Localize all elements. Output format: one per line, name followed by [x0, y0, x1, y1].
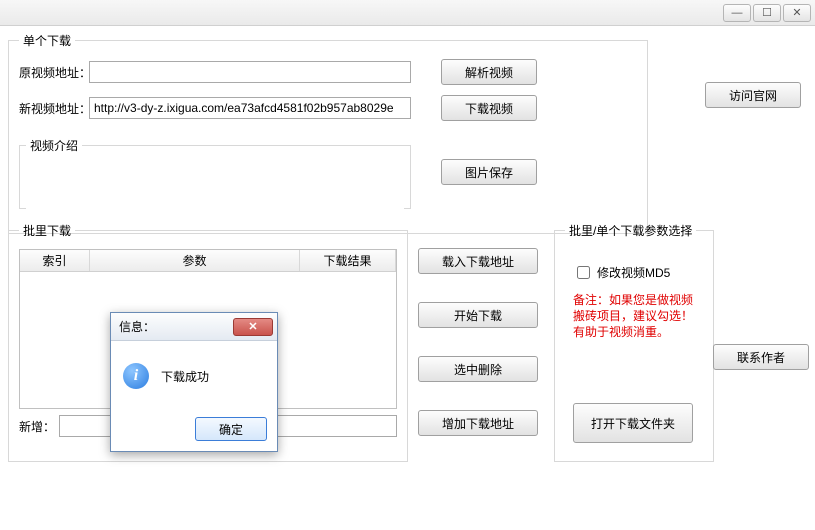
params-note: 备注：如果您是做视频搬砖项目，建议勾选！有助于视频消重。 — [573, 292, 695, 341]
new-url-label: 新视频地址： — [19, 100, 89, 117]
new-url-input[interactable] — [89, 97, 411, 119]
save-image-button[interactable]: 图片保存 — [441, 159, 537, 185]
open-download-folder-button[interactable]: 打开下载文件夹 — [573, 403, 693, 443]
batch-buttons-column: 载入下载地址 开始下载 选中删除 增加下载地址 — [418, 222, 538, 436]
dialog-message: 下载成功 — [161, 368, 209, 385]
download-params-group: 批里/单个下载参数选择 修改视频MD5 备注：如果您是做视频搬砖项目，建议勾选！… — [554, 222, 714, 462]
load-addresses-button[interactable]: 载入下载地址 — [418, 248, 538, 274]
delete-selected-button[interactable]: 选中删除 — [418, 356, 538, 382]
dialog-titlebar[interactable]: 信息： ✕ — [111, 313, 277, 341]
single-download-group: 单个下载 原视频地址： 解析视频 新视频地址： 下载视频 视频介绍 图片 — [8, 32, 648, 234]
window-close-button[interactable]: ✕ — [783, 4, 811, 22]
video-intro-group: 视频介绍 — [19, 137, 411, 209]
dialog-close-button[interactable]: ✕ — [233, 318, 273, 336]
window-titlebar: — ☐ ✕ — [0, 0, 815, 26]
orig-url-label: 原视频地址： — [19, 64, 89, 81]
parse-video-button[interactable]: 解析视频 — [441, 59, 537, 85]
contact-author-button[interactable]: 联系作者 — [713, 344, 809, 370]
dialog-ok-button[interactable]: 确定 — [195, 417, 267, 441]
maximize-button[interactable]: ☐ — [753, 4, 781, 22]
add-label: 新增： — [19, 418, 59, 435]
modify-md5-row[interactable]: 修改视频MD5 — [573, 263, 703, 282]
batch-download-legend: 批里下载 — [19, 222, 75, 239]
add-address-button[interactable]: 增加下载地址 — [418, 410, 538, 436]
col-index[interactable]: 索引 — [20, 250, 90, 271]
modify-md5-label: 修改视频MD5 — [597, 264, 670, 281]
visit-official-button[interactable]: 访问官网 — [705, 82, 801, 108]
minimize-button[interactable]: — — [723, 4, 751, 22]
info-icon: i — [123, 363, 149, 389]
video-intro-textarea[interactable] — [26, 160, 404, 210]
orig-url-input[interactable] — [89, 61, 411, 83]
close-icon: ✕ — [248, 320, 257, 333]
download-video-button[interactable]: 下载视频 — [441, 95, 537, 121]
batch-table-header: 索引 参数 下载结果 — [20, 250, 396, 272]
modify-md5-checkbox[interactable] — [577, 266, 590, 279]
info-dialog: 信息： ✕ i 下载成功 确定 — [110, 312, 278, 452]
single-download-legend: 单个下载 — [19, 32, 75, 49]
start-download-button[interactable]: 开始下载 — [418, 302, 538, 328]
video-intro-legend: 视频介绍 — [26, 137, 82, 154]
dialog-title-text: 信息： — [119, 318, 155, 335]
col-param[interactable]: 参数 — [90, 250, 300, 271]
col-result[interactable]: 下载结果 — [300, 250, 396, 271]
download-params-legend: 批里/单个下载参数选择 — [565, 222, 696, 239]
